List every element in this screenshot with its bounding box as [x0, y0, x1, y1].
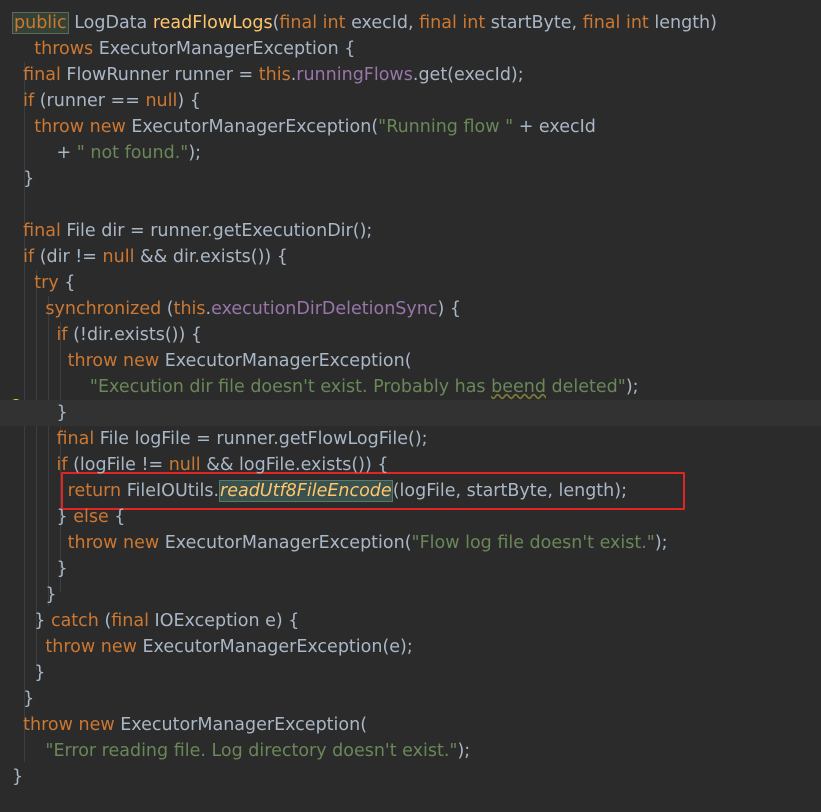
- code-line[interactable]: throws ExecutorManagerException {: [0, 36, 821, 62]
- code-line[interactable]: synchronized (this.executionDirDeletionS…: [0, 296, 821, 322]
- code-line[interactable]: }: [0, 400, 821, 426]
- code-line[interactable]: } else {: [0, 504, 821, 530]
- code-line[interactable]: throw new ExecutorManagerException(: [0, 712, 821, 738]
- code-line[interactable]: "Execution dir file doesn't exist. Proba…: [0, 374, 821, 400]
- code-line[interactable]: }: [0, 660, 821, 686]
- code-line[interactable]: [0, 192, 821, 218]
- code-line[interactable]: public LogData readFlowLogs(final int ex…: [0, 10, 821, 36]
- code-line[interactable]: if (!dir.exists()) {: [0, 322, 821, 348]
- code-line[interactable]: throw new ExecutorManagerException("Runn…: [0, 114, 821, 140]
- code-line[interactable]: }: [0, 556, 821, 582]
- code-line[interactable]: throw new ExecutorManagerException(: [0, 348, 821, 374]
- code-line[interactable]: if (dir != null && dir.exists()) {: [0, 244, 821, 270]
- code-line[interactable]: "Error reading file. Log directory doesn…: [0, 738, 821, 764]
- code-line[interactable]: + " not found.");: [0, 140, 821, 166]
- code-line[interactable]: if (runner == null) {: [0, 88, 821, 114]
- code-line[interactable]: throw new ExecutorManagerException("Flow…: [0, 530, 821, 556]
- code-editor[interactable]: public LogData readFlowLogs(final int ex…: [0, 0, 821, 812]
- code-line[interactable]: return FileIOUtils.readUtf8FileEncode(lo…: [0, 478, 821, 504]
- code-line[interactable]: final File dir = runner.getExecutionDir(…: [0, 218, 821, 244]
- code-line[interactable]: }: [0, 166, 821, 192]
- code-line[interactable]: final FlowRunner runner = this.runningFl…: [0, 62, 821, 88]
- code-line[interactable]: try {: [0, 270, 821, 296]
- code-line[interactable]: }: [0, 764, 821, 790]
- code-line[interactable]: final File logFile = runner.getFlowLogFi…: [0, 426, 821, 452]
- code-line[interactable]: if (logFile != null && logFile.exists())…: [0, 452, 821, 478]
- code-line[interactable]: throw new ExecutorManagerException(e);: [0, 634, 821, 660]
- code-line[interactable]: }: [0, 582, 821, 608]
- code-line[interactable]: }: [0, 686, 821, 712]
- code-line[interactable]: } catch (final IOException e) {: [0, 608, 821, 634]
